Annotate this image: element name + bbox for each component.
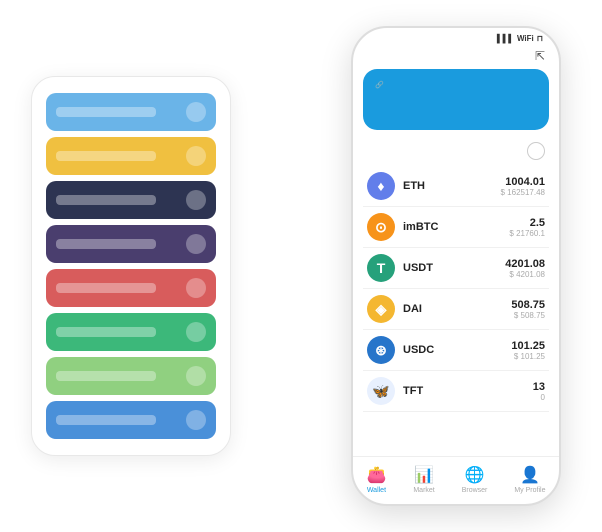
token-item-usdc[interactable]: ⊛ USDC101.25$ 101.25: [363, 330, 549, 371]
phone-header: ⇱: [353, 45, 559, 69]
scene: ▌▌▌ WiFi ⊓ ⇱ 🔗: [21, 16, 581, 516]
nav-item-my-profile[interactable]: 👤 My Profile: [514, 465, 545, 494]
token-usd: $ 162517.48: [501, 188, 546, 197]
token-amounts-usdc: 101.25$ 101.25: [511, 340, 545, 361]
token-name-dai: DAI: [403, 303, 511, 315]
token-name-usdt: USDT: [403, 262, 505, 274]
wallet-address: 🔗: [375, 81, 537, 89]
token-amounts-tft: 130: [533, 381, 545, 402]
nav-item-browser[interactable]: 🌐 Browser: [462, 465, 488, 494]
token-usd: 0: [533, 393, 545, 402]
bottom-nav: 👛 Wallet 📊 Market 🌐 Browser 👤 My Profile: [353, 456, 559, 504]
token-usd: $ 4201.08: [505, 270, 545, 279]
nav-icon-browser: 🌐: [465, 465, 485, 485]
token-amounts-dai: 508.75$ 508.75: [511, 299, 545, 320]
card-stack: [31, 76, 231, 456]
token-amount: 2.5: [509, 217, 545, 229]
token-item-usdt[interactable]: T USDT4201.08$ 4201.08: [363, 248, 549, 289]
token-list: ♦ ETH1004.01$ 162517.48 ⊙ imBTC2.5$ 21760.1…: [353, 166, 559, 456]
token-name-eth: ETH: [403, 180, 501, 192]
nav-item-wallet[interactable]: 👛 Wallet: [366, 465, 386, 494]
token-name-tft: TFT: [403, 385, 533, 397]
card-item-4[interactable]: [46, 269, 216, 307]
token-item-imbtc[interactable]: ⊙ imBTC2.5$ 21760.1: [363, 207, 549, 248]
nav-item-market[interactable]: 📊 Market: [413, 465, 434, 494]
status-bar: ▌▌▌ WiFi ⊓: [353, 28, 559, 45]
battery-icon: ⊓: [537, 34, 543, 43]
usdt-icon: T: [367, 254, 395, 282]
status-icons: ▌▌▌ WiFi ⊓: [497, 34, 543, 43]
tft-icon: 🦋: [367, 377, 395, 405]
nav-label-wallet: Wallet: [367, 487, 386, 494]
token-usd: $ 508.75: [511, 311, 545, 320]
add-token-button[interactable]: [527, 142, 545, 160]
card-item-3[interactable]: [46, 225, 216, 263]
card-item-6[interactable]: [46, 357, 216, 395]
wifi-icon: WiFi: [517, 34, 534, 43]
nav-icon-my-profile: 👤: [520, 465, 540, 485]
dai-icon: ◈: [367, 295, 395, 323]
wallet-card[interactable]: 🔗: [363, 69, 549, 130]
token-usd: $ 101.25: [511, 352, 545, 361]
token-name-imbtc: imBTC: [403, 221, 509, 233]
eth-icon: ♦: [367, 172, 395, 200]
expand-icon[interactable]: ⇱: [535, 49, 545, 63]
usdc-icon: ⊛: [367, 336, 395, 364]
card-item-0[interactable]: [46, 93, 216, 131]
card-item-1[interactable]: [46, 137, 216, 175]
card-item-2[interactable]: [46, 181, 216, 219]
token-amount: 1004.01: [501, 176, 546, 188]
token-amount: 101.25: [511, 340, 545, 352]
token-amounts-eth: 1004.01$ 162517.48: [501, 176, 546, 197]
nav-label-my-profile: My Profile: [514, 487, 545, 494]
phone-mockup: ▌▌▌ WiFi ⊓ ⇱ 🔗: [351, 26, 561, 506]
token-amount: 4201.08: [505, 258, 545, 270]
token-amount: 13: [533, 381, 545, 393]
token-item-dai[interactable]: ◈ DAI508.75$ 508.75: [363, 289, 549, 330]
token-item-eth[interactable]: ♦ ETH1004.01$ 162517.48: [363, 166, 549, 207]
token-amounts-imbtc: 2.5$ 21760.1: [509, 217, 545, 238]
imbtc-icon: ⊙: [367, 213, 395, 241]
assets-header: [353, 138, 559, 166]
nav-icon-market: 📊: [414, 465, 434, 485]
token-name-usdc: USDC: [403, 344, 511, 356]
nav-label-market: Market: [413, 487, 434, 494]
nav-icon-wallet: 👛: [366, 465, 386, 485]
signal-icon: ▌▌▌: [497, 34, 514, 43]
token-amount: 508.75: [511, 299, 545, 311]
nav-label-browser: Browser: [462, 487, 488, 494]
card-item-7[interactable]: [46, 401, 216, 439]
card-item-5[interactable]: [46, 313, 216, 351]
token-item-tft[interactable]: 🦋 TFT130: [363, 371, 549, 412]
wallet-balance: [375, 97, 537, 120]
token-usd: $ 21760.1: [509, 229, 545, 238]
token-amounts-usdt: 4201.08$ 4201.08: [505, 258, 545, 279]
